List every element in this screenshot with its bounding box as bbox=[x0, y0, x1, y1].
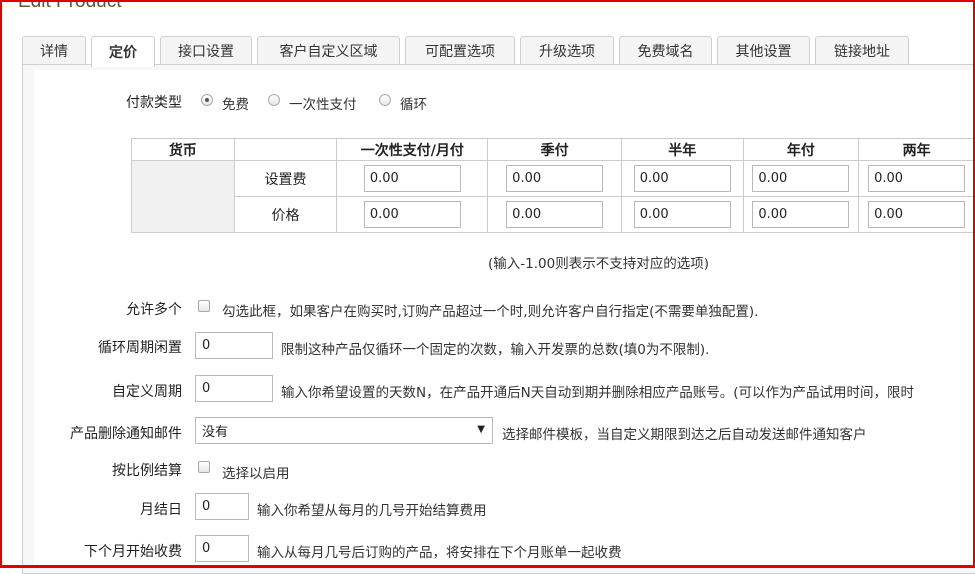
prorata-text: 选择以启用 bbox=[222, 466, 290, 482]
tab-interface-settings[interactable]: 接口设置 bbox=[160, 36, 252, 65]
recurring-cycles-text: 限制这种产品仅循环一个固定的次数，输入开发票的总数(填0为不限制). bbox=[281, 342, 710, 358]
setup-fee-quarterly-input[interactable] bbox=[506, 165, 604, 192]
radio-free-label: 免费 bbox=[222, 97, 249, 113]
tab-custom-fields[interactable]: 客户自定义区域 bbox=[257, 36, 400, 65]
tab-details[interactable]: 详情 bbox=[22, 36, 86, 65]
next-month-charge-label: 下个月开始收费 bbox=[84, 544, 182, 560]
pricing-table: 货币 一次性支付/月付 季付 半年 年付 两年 设置费 价格 bbox=[131, 138, 975, 233]
column-header: 一次性支付/月付 bbox=[336, 138, 489, 161]
column-header: 季付 bbox=[487, 138, 622, 161]
custom-period-input[interactable] bbox=[195, 375, 273, 402]
row-label-header bbox=[233, 138, 338, 161]
radio-onetime-label: 一次性支付 bbox=[289, 97, 357, 113]
tab-configurable-options[interactable]: 可配置选项 bbox=[405, 36, 515, 65]
setup-fee-monthly-input[interactable] bbox=[363, 165, 461, 192]
tab-free-domain[interactable]: 免费域名 bbox=[619, 36, 712, 65]
next-month-charge-input[interactable] bbox=[195, 535, 249, 562]
setup-fee-label: 设置费 bbox=[233, 160, 338, 197]
column-header: 半年 bbox=[620, 138, 744, 161]
allow-multiple-checkbox[interactable] bbox=[198, 300, 210, 312]
column-header: 两年 bbox=[858, 138, 975, 161]
recurring-cycles-label: 循环周期闲置 bbox=[98, 340, 182, 356]
price-biennial-input[interactable] bbox=[868, 201, 966, 228]
delete-notify-label: 产品删除通知邮件 bbox=[70, 426, 182, 442]
page-title: Edit Product bbox=[18, 0, 122, 12]
setup-fee-semiannual-input[interactable] bbox=[633, 165, 731, 192]
tab-links[interactable]: 链接地址 bbox=[815, 36, 909, 65]
delete-notify-selected: 没有 bbox=[202, 425, 229, 440]
next-month-charge-text: 输入从每月几号后订购的产品，将安排在下个月账单一起收费 bbox=[257, 545, 622, 561]
column-header: 年付 bbox=[742, 138, 860, 161]
pricing-hint: (输入-1.00则表示不支持对应的选项) bbox=[488, 256, 709, 272]
price-monthly-input[interactable] bbox=[363, 201, 461, 228]
tab-other-settings[interactable]: 其他设置 bbox=[717, 36, 810, 65]
month-day-label: 月结日 bbox=[140, 502, 182, 518]
custom-period-text: 输入你希望设置的天数N，在产品开通后N天自动到期并删除相应产品账号。(可以作为产… bbox=[281, 385, 914, 401]
prorata-label: 按比例结算 bbox=[112, 463, 182, 479]
allow-multiple-text: 勾选此框，如果客户在购买时,订购产品超过一个时,则允许客户自行指定(不需要单独配… bbox=[222, 304, 759, 320]
setup-fee-annual-input[interactable] bbox=[752, 165, 850, 192]
delete-notify-select[interactable]: 没有 ▼ bbox=[195, 417, 493, 444]
radio-recurring[interactable] bbox=[379, 94, 391, 106]
price-quarterly-input[interactable] bbox=[506, 201, 604, 228]
tab-pricing[interactable]: 定价 bbox=[91, 36, 155, 67]
recurring-cycles-input[interactable] bbox=[195, 332, 273, 359]
setup-fee-biennial-input[interactable] bbox=[868, 165, 966, 192]
custom-period-label: 自定义周期 bbox=[112, 384, 182, 400]
radio-recurring-label: 循环 bbox=[400, 97, 427, 113]
tab-upgrade-options[interactable]: 升级选项 bbox=[520, 36, 614, 65]
payment-type-label: 付款类型 bbox=[126, 95, 182, 111]
currency-header: 货币 bbox=[131, 138, 235, 161]
delete-notify-text: 选择邮件模板，当自定义期限到达之后自动发送邮件通知客户 bbox=[502, 427, 867, 443]
radio-onetime[interactable] bbox=[268, 94, 280, 106]
month-day-text: 输入你希望从每月的几号开始结算费用 bbox=[257, 503, 487, 519]
currency-cell bbox=[131, 160, 235, 233]
tab-bar: 详情 定价 接口设置 客户自定义区域 可配置选项 升级选项 免费域名 其他设置 … bbox=[22, 36, 975, 67]
month-day-input[interactable] bbox=[195, 493, 249, 520]
price-annual-input[interactable] bbox=[752, 201, 850, 228]
allow-multiple-label: 允许多个 bbox=[126, 302, 182, 318]
prorata-checkbox[interactable] bbox=[198, 461, 210, 473]
price-semiannual-input[interactable] bbox=[633, 201, 731, 228]
price-label: 价格 bbox=[233, 196, 338, 233]
radio-free[interactable] bbox=[201, 94, 213, 106]
dropdown-arrow-icon: ▼ bbox=[477, 424, 485, 435]
